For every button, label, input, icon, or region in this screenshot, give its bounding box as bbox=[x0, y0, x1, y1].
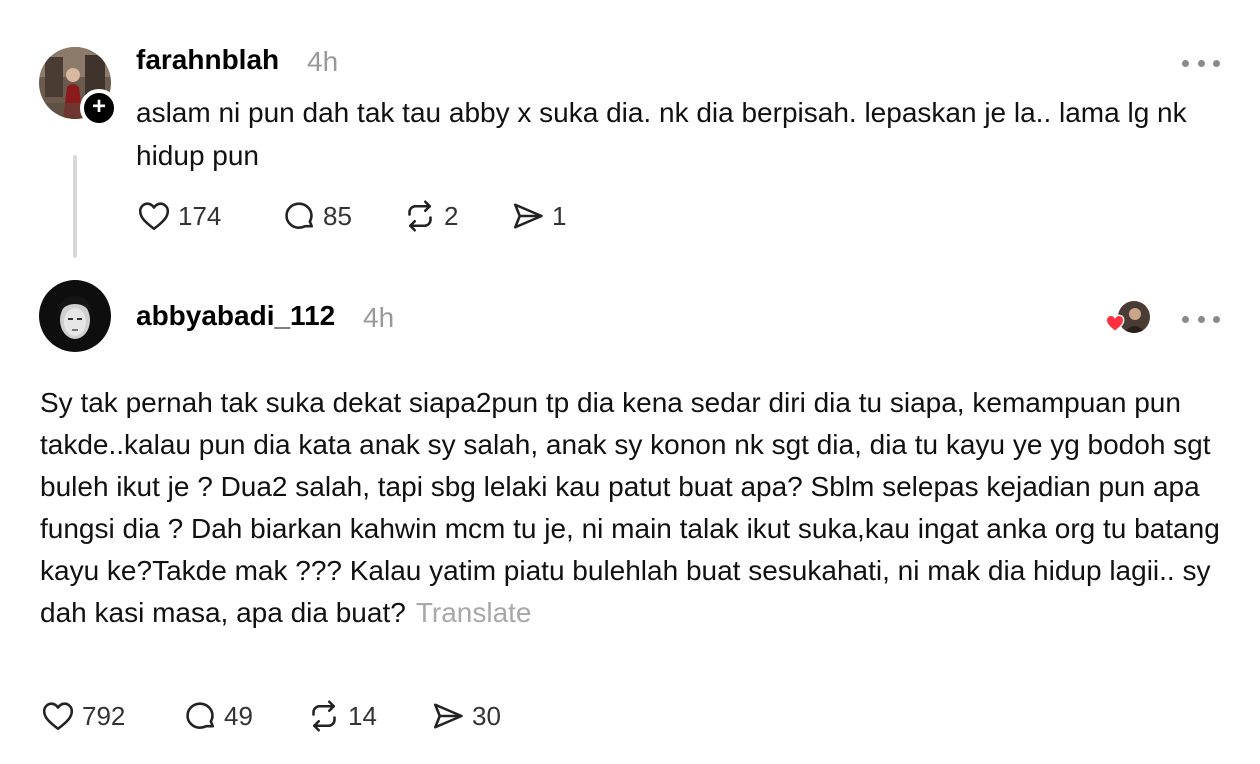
more-options-button[interactable] bbox=[1182, 58, 1220, 68]
like-count: 174 bbox=[178, 200, 222, 231]
post-text: aslam ni pun dah tak tau abby x suka dia… bbox=[136, 97, 1187, 171]
post-actions: 792 49 14 30 bbox=[40, 698, 501, 734]
share-count: 1 bbox=[552, 200, 567, 231]
reply-button[interactable]: 85 bbox=[281, 198, 402, 234]
paper-plane-icon bbox=[433, 703, 463, 729]
paper-plane-icon bbox=[513, 203, 543, 229]
follow-badge[interactable]: + bbox=[80, 89, 118, 127]
post-time: 4h bbox=[307, 46, 339, 77]
post-actions: 174 85 2 1 bbox=[136, 198, 566, 234]
repost-count: 2 bbox=[444, 200, 459, 231]
dot bbox=[1213, 315, 1220, 323]
repost-button[interactable]: 14 bbox=[306, 698, 430, 734]
dot bbox=[1197, 315, 1205, 323]
more-options-button[interactable] bbox=[1182, 314, 1220, 324]
reply-count: 85 bbox=[323, 200, 352, 231]
like-button[interactable]: 792 bbox=[40, 698, 182, 734]
share-button[interactable]: 30 bbox=[430, 698, 501, 734]
like-button[interactable]: 174 bbox=[136, 198, 281, 234]
repost-button[interactable]: 2 bbox=[402, 198, 510, 234]
repost-arrows-icon bbox=[312, 700, 336, 732]
post-username[interactable]: abbyabadi_112 bbox=[136, 300, 335, 332]
red-heart-icon bbox=[1105, 314, 1125, 333]
dot bbox=[1182, 315, 1189, 323]
like-count: 792 bbox=[82, 700, 126, 731]
dot bbox=[1182, 59, 1189, 67]
repost-arrows-icon bbox=[408, 200, 432, 232]
plus-badge-icon: + bbox=[91, 93, 106, 120]
post-time: 4h bbox=[363, 302, 395, 333]
reply-count: 49 bbox=[224, 700, 253, 731]
speech-bubble-icon bbox=[186, 702, 215, 729]
post-username[interactable]: farahnblah bbox=[136, 44, 279, 76]
share-button[interactable]: 1 bbox=[510, 198, 566, 234]
reply-button[interactable]: 49 bbox=[182, 698, 306, 734]
heart-outline-icon bbox=[42, 702, 74, 731]
post-text: Sy tak pernah tak suka dekat siapa2pun t… bbox=[40, 382, 1240, 634]
dot bbox=[1197, 59, 1205, 67]
thread-line bbox=[73, 155, 77, 258]
translate-link[interactable]: Translate bbox=[416, 597, 532, 628]
share-count: 30 bbox=[472, 700, 501, 731]
heart-outline-icon bbox=[138, 202, 170, 231]
speech-bubble-icon bbox=[285, 202, 314, 229]
avatar-abbyabadi[interactable] bbox=[39, 280, 111, 352]
post-body: Sy tak pernah tak suka dekat siapa2pun t… bbox=[40, 387, 1220, 628]
repost-count: 14 bbox=[348, 700, 377, 731]
dot bbox=[1213, 59, 1220, 67]
